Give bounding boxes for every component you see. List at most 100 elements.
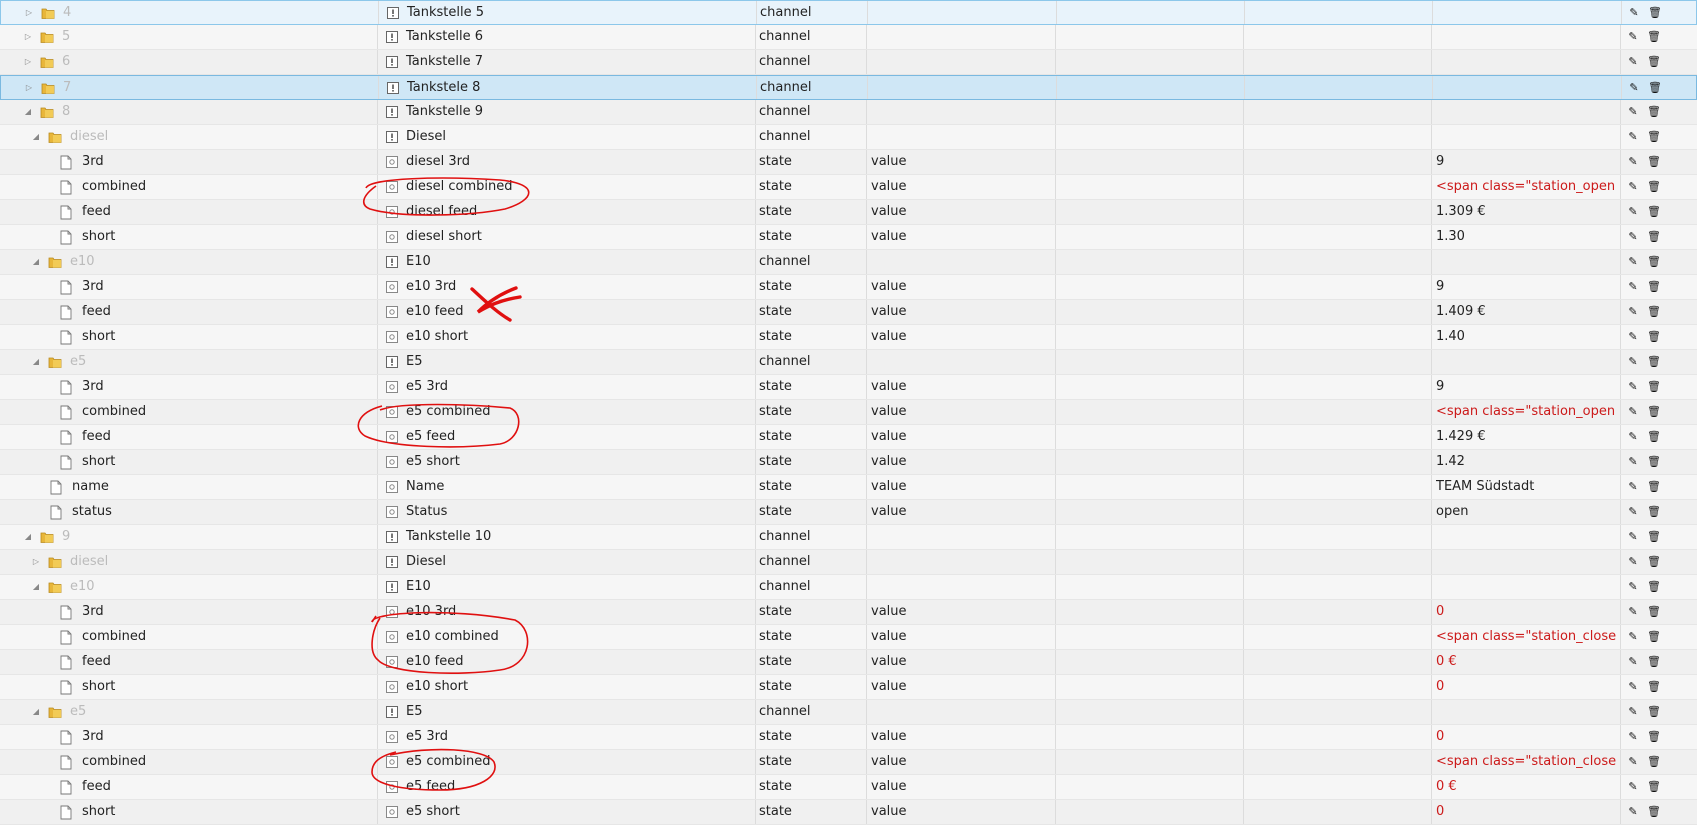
table-row[interactable]: ◢ e5 E5 channel ✎ 🗑 xyxy=(0,700,1697,725)
pencil-icon[interactable]: ✎ xyxy=(1626,580,1640,594)
pencil-icon[interactable]: ✎ xyxy=(1626,280,1640,294)
pencil-icon[interactable]: ✎ xyxy=(1626,655,1640,669)
trash-icon[interactable]: 🗑 xyxy=(1647,380,1661,394)
triangle-right-icon[interactable]: ▷ xyxy=(32,558,40,566)
trash-icon[interactable]: 🗑 xyxy=(1647,755,1661,769)
table-row[interactable]: short e10 short state value 0 ✎ 🗑 xyxy=(0,675,1697,700)
trash-icon[interactable]: 🗑 xyxy=(1647,405,1661,419)
value-cell[interactable]: <span class="station_closed">g xyxy=(1436,750,1616,774)
value-cell[interactable] xyxy=(1436,100,1616,124)
trash-icon[interactable]: 🗑 xyxy=(1647,355,1661,369)
table-row[interactable]: feed e10 feed state value 1.409 € ✎ 🗑 xyxy=(0,300,1697,325)
value-cell[interactable]: 9 xyxy=(1436,375,1616,399)
trash-icon[interactable]: 🗑 xyxy=(1647,505,1661,519)
value-cell[interactable] xyxy=(1436,125,1616,149)
value-cell[interactable]: 1.309 € xyxy=(1436,200,1616,224)
value-cell[interactable]: 0 xyxy=(1436,725,1616,749)
pencil-icon[interactable]: ✎ xyxy=(1626,530,1640,544)
table-row[interactable]: name Name state value TEAM Südstadt ✎ 🗑 xyxy=(0,475,1697,500)
triangle-down-icon[interactable]: ◢ xyxy=(32,358,40,366)
table-row[interactable]: ◢ diesel Diesel channel ✎ 🗑 xyxy=(0,125,1697,150)
table-row[interactable]: ◢ e10 E10 channel ✎ 🗑 xyxy=(0,250,1697,275)
table-row[interactable]: short diesel short state value 1.30 ✎ 🗑 xyxy=(0,225,1697,250)
trash-icon[interactable]: 🗑 xyxy=(1647,205,1661,219)
pencil-icon[interactable]: ✎ xyxy=(1626,330,1640,344)
table-row[interactable]: 3rd e10 3rd state value 0 ✎ 🗑 xyxy=(0,600,1697,625)
table-row[interactable]: feed diesel feed state value 1.309 € ✎ 🗑 xyxy=(0,200,1697,225)
trash-icon[interactable]: 🗑 xyxy=(1647,155,1661,169)
table-row[interactable]: ▷ diesel Diesel channel ✎ 🗑 xyxy=(0,550,1697,575)
pencil-icon[interactable]: ✎ xyxy=(1626,30,1640,44)
pencil-icon[interactable]: ✎ xyxy=(1626,805,1640,819)
trash-icon[interactable]: 🗑 xyxy=(1647,255,1661,269)
table-row[interactable]: 3rd e5 3rd state value 9 ✎ 🗑 xyxy=(0,375,1697,400)
table-row[interactable]: combined e5 combined state value <span class… xyxy=(0,750,1697,775)
value-cell[interactable]: 0 € xyxy=(1436,650,1616,674)
pencil-icon[interactable]: ✎ xyxy=(1626,255,1640,269)
trash-icon[interactable]: 🗑 xyxy=(1647,730,1661,744)
pencil-icon[interactable]: ✎ xyxy=(1626,205,1640,219)
trash-icon[interactable]: 🗑 xyxy=(1647,130,1661,144)
pencil-icon[interactable]: ✎ xyxy=(1626,680,1640,694)
value-cell[interactable]: 1.429 € xyxy=(1436,425,1616,449)
value-cell[interactable]: 9 xyxy=(1436,150,1616,174)
triangle-down-icon[interactable]: ◢ xyxy=(32,258,40,266)
trash-icon[interactable]: 🗑 xyxy=(1647,330,1661,344)
value-cell[interactable] xyxy=(1436,350,1616,374)
trash-icon[interactable]: 🗑 xyxy=(1647,455,1661,469)
table-row[interactable]: 3rd e10 3rd state value 9 ✎ 🗑 xyxy=(0,275,1697,300)
value-cell[interactable] xyxy=(1437,76,1617,100)
trash-icon[interactable]: 🗑 xyxy=(1648,81,1662,95)
trash-icon[interactable]: 🗑 xyxy=(1647,555,1661,569)
trash-icon[interactable]: 🗑 xyxy=(1647,780,1661,794)
table-row[interactable]: combined diesel combined state value <span c… xyxy=(0,175,1697,200)
pencil-icon[interactable]: ✎ xyxy=(1626,555,1640,569)
trash-icon[interactable]: 🗑 xyxy=(1647,105,1661,119)
trash-icon[interactable]: 🗑 xyxy=(1647,605,1661,619)
trash-icon[interactable]: 🗑 xyxy=(1647,805,1661,819)
triangle-right-icon[interactable]: ▷ xyxy=(24,58,32,66)
table-row[interactable]: ◢ e10 E10 channel ✎ 🗑 xyxy=(0,575,1697,600)
table-row[interactable]: combined e10 combined state value <span clas… xyxy=(0,625,1697,650)
pencil-icon[interactable]: ✎ xyxy=(1626,230,1640,244)
pencil-icon[interactable]: ✎ xyxy=(1626,430,1640,444)
trash-icon[interactable]: 🗑 xyxy=(1647,55,1661,69)
trash-icon[interactable]: 🗑 xyxy=(1647,230,1661,244)
table-row[interactable]: ◢ 8 Tankstelle 9 channel ✎ 🗑 xyxy=(0,100,1697,125)
value-cell[interactable]: 0 xyxy=(1436,800,1616,824)
trash-icon[interactable]: 🗑 xyxy=(1647,30,1661,44)
table-row[interactable]: ▷ 5 Tankstelle 6 channel ✎ 🗑 xyxy=(0,25,1697,50)
table-row[interactable]: feed e10 feed state value 0 € ✎ 🗑 xyxy=(0,650,1697,675)
value-cell[interactable]: 1.42 xyxy=(1436,450,1616,474)
value-cell[interactable]: 0 xyxy=(1436,600,1616,624)
value-cell[interactable]: 1.30 xyxy=(1436,225,1616,249)
table-row[interactable]: ▷ 7 Tankstele 8 channel ✎ 🗑 xyxy=(0,75,1697,100)
table-row[interactable]: feed e5 feed state value 0 € ✎ 🗑 xyxy=(0,775,1697,800)
trash-icon[interactable]: 🗑 xyxy=(1647,180,1661,194)
table-row[interactable]: ▷ 4 Tankstelle 5 channel ✎ 🗑 xyxy=(0,0,1697,25)
pencil-icon[interactable]: ✎ xyxy=(1626,180,1640,194)
trash-icon[interactable]: 🗑 xyxy=(1647,680,1661,694)
value-cell[interactable] xyxy=(1436,525,1616,549)
trash-icon[interactable]: 🗑 xyxy=(1647,305,1661,319)
pencil-icon[interactable]: ✎ xyxy=(1626,480,1640,494)
pencil-icon[interactable]: ✎ xyxy=(1626,605,1640,619)
triangle-down-icon[interactable]: ◢ xyxy=(32,133,40,141)
trash-icon[interactable]: 🗑 xyxy=(1647,630,1661,644)
pencil-icon[interactable]: ✎ xyxy=(1626,630,1640,644)
value-cell[interactable] xyxy=(1437,1,1617,25)
pencil-icon[interactable]: ✎ xyxy=(1626,355,1640,369)
value-cell[interactable] xyxy=(1436,575,1616,599)
value-cell[interactable]: 1.409 € xyxy=(1436,300,1616,324)
table-row[interactable]: ◢ e5 E5 channel ✎ 🗑 xyxy=(0,350,1697,375)
triangle-down-icon[interactable]: ◢ xyxy=(24,533,32,541)
pencil-icon[interactable]: ✎ xyxy=(1626,755,1640,769)
trash-icon[interactable]: 🗑 xyxy=(1647,430,1661,444)
triangle-right-icon[interactable]: ▷ xyxy=(25,84,33,92)
table-row[interactable]: combined e5 combined state value <span class… xyxy=(0,400,1697,425)
trash-icon[interactable]: 🗑 xyxy=(1647,480,1661,494)
value-cell[interactable]: 0 xyxy=(1436,675,1616,699)
table-row[interactable]: short e10 short state value 1.40 ✎ 🗑 xyxy=(0,325,1697,350)
trash-icon[interactable]: 🗑 xyxy=(1647,280,1661,294)
triangle-down-icon[interactable]: ◢ xyxy=(24,108,32,116)
